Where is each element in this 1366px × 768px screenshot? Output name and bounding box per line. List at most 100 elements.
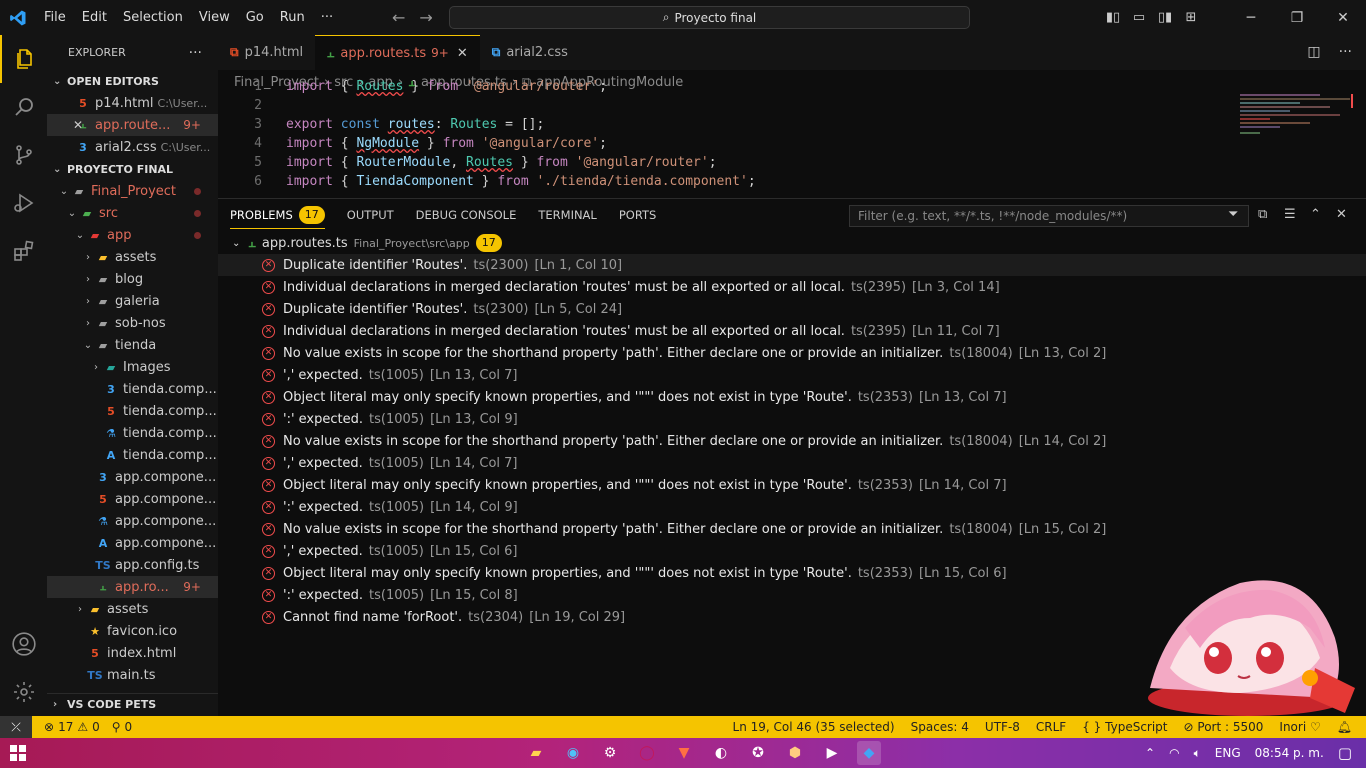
minimap[interactable]: [1238, 92, 1353, 142]
vpn-icon[interactable]: ◐: [709, 741, 733, 765]
problem-item[interactable]: ✕ No value exists in scope for the shorth…: [218, 342, 1366, 364]
close-panel-icon[interactable]: ✕: [1336, 207, 1347, 222]
file-item[interactable]: 3 app.compone...: [47, 466, 218, 488]
toggle-secondary-sidebar-icon[interactable]: ▯▮: [1152, 10, 1178, 25]
split-editor-icon[interactable]: ◫: [1307, 44, 1320, 60]
file-item[interactable]: Aapp.compone...: [47, 532, 218, 554]
folder-item[interactable]: ⌄ ▰ tienda: [47, 334, 218, 356]
close-icon[interactable]: ✕: [73, 118, 83, 132]
file-item[interactable]: ★ favicon.ico: [47, 620, 218, 642]
back-arrow-icon[interactable]: ←: [392, 8, 419, 27]
file-item[interactable]: 5 tienda.comp...: [47, 400, 218, 422]
command-center-search[interactable]: ⌕ Proyecto final: [449, 6, 970, 29]
forward-arrow-icon[interactable]: →: [419, 8, 446, 27]
open-editor-item[interactable]: ✕ ⫠ app.route... 9+: [47, 114, 218, 136]
pet-status[interactable]: Inori ♡: [1279, 720, 1320, 734]
problem-file-header[interactable]: ⌄ ⫠ app.routes.ts Final_Proyect\src\app …: [218, 232, 1366, 254]
more-actions-icon[interactable]: ···: [189, 45, 202, 61]
minimize-icon[interactable]: ─: [1228, 10, 1274, 26]
problems-filter-input[interactable]: Filter (e.g. text, **/*.ts, !**/node_mod…: [849, 205, 1249, 227]
restore-icon[interactable]: ❐: [1274, 10, 1320, 26]
folder-item[interactable]: ⌄ ▰ app: [47, 224, 218, 246]
code-editor[interactable]: 1 import { Routes } from '@angular/router…: [218, 77, 1238, 191]
notifications-bell-icon[interactable]: 🔔︎: [1337, 720, 1352, 734]
steam-icon[interactable]: ⚙: [598, 741, 622, 765]
toggle-panel-icon[interactable]: ▭: [1126, 10, 1152, 25]
project-section[interactable]: ⌄ PROYECTO FINAL: [47, 158, 218, 180]
view-as-list-icon[interactable]: ☰: [1284, 207, 1296, 222]
folder-item[interactable]: › ▰ blog: [47, 268, 218, 290]
menu-more[interactable]: ···: [313, 10, 341, 25]
menu-file[interactable]: File: [36, 10, 74, 25]
tab-problems[interactable]: PROBLEMS 17: [230, 199, 325, 231]
problem-item[interactable]: ✕ Individual declarations in merged decla…: [218, 320, 1366, 342]
line-ending[interactable]: CRLF: [1036, 720, 1066, 734]
encoding[interactable]: UTF-8: [985, 720, 1020, 734]
folder-item[interactable]: ⌄ ▰ src: [47, 202, 218, 224]
open-editor-item[interactable]: 3 arial2.css C:\User...: [47, 136, 218, 158]
explorer-icon[interactable]: [0, 35, 47, 83]
more-actions-icon[interactable]: ···: [1339, 44, 1352, 60]
tab-app-routes-ts[interactable]: ⫠ app.routes.ts 9+ ✕: [315, 35, 480, 70]
open-editors-section[interactable]: ⌄ OPEN EDITORS: [47, 70, 218, 92]
tab-output[interactable]: OUTPUT: [347, 199, 394, 231]
problem-item[interactable]: ✕ Duplicate identifier 'Routes'. ts(2300) […: [218, 254, 1366, 276]
tab-ports[interactable]: PORTS: [619, 199, 656, 231]
edge-browser-icon[interactable]: ◉: [561, 741, 585, 765]
tab-debug-console[interactable]: DEBUG CONSOLE: [416, 199, 517, 231]
menu-selection[interactable]: Selection: [115, 10, 191, 25]
file-item[interactable]: ⚗ tienda.comp...: [47, 422, 218, 444]
close-tab-icon[interactable]: ✕: [457, 46, 468, 61]
brave-icon[interactable]: ▼: [672, 741, 696, 765]
tab-terminal[interactable]: TERMINAL: [538, 199, 596, 231]
folder-item[interactable]: › ▰ assets: [47, 246, 218, 268]
problem-item[interactable]: ✕ ',' expected. ts(1005) [Ln 14, Col 7]: [218, 452, 1366, 474]
opera-icon[interactable]: ◯: [635, 741, 659, 765]
toggle-sidebar-icon[interactable]: ▮▯: [1100, 10, 1126, 25]
live-server-port[interactable]: ⊘ Port : 5500: [1184, 720, 1264, 734]
close-window-icon[interactable]: ✕: [1320, 10, 1366, 26]
ports-status[interactable]: ⚲ 0: [112, 720, 132, 734]
file-item[interactable]: ⚗ app.compone...: [47, 510, 218, 532]
extensions-icon[interactable]: [0, 227, 47, 275]
maximize-panel-icon[interactable]: ⌃: [1310, 207, 1321, 222]
menu-go[interactable]: Go: [238, 10, 272, 25]
source-control-icon[interactable]: [0, 131, 47, 179]
media-player-icon[interactable]: ▶: [820, 741, 844, 765]
tab-p14-html[interactable]: ⧉ p14.html: [218, 35, 316, 70]
file-item[interactable]: ⫠ app.ro... 9+: [47, 576, 218, 598]
volume-icon[interactable]: 🔈︎: [1194, 746, 1201, 761]
customize-layout-icon[interactable]: ⊞: [1178, 10, 1204, 25]
file-item[interactable]: 5 index.html: [47, 642, 218, 664]
problem-item[interactable]: ✕ Individual declarations in merged decla…: [218, 276, 1366, 298]
search-view-icon[interactable]: [0, 83, 47, 131]
indentation[interactable]: Spaces: 4: [911, 720, 969, 734]
file-item[interactable]: 5 app.compone...: [47, 488, 218, 510]
problem-item[interactable]: ✕ ':' expected. ts(1005) [Ln 14, Col 9]: [218, 496, 1366, 518]
vscode-taskbar-icon[interactable]: ◆: [857, 741, 881, 765]
open-editor-item[interactable]: 5 p14.html C:\User...: [47, 92, 218, 114]
file-explorer-icon[interactable]: ▰: [524, 741, 548, 765]
problem-item[interactable]: ✕ No value exists in scope for the shorth…: [218, 430, 1366, 452]
vscode-pets-section[interactable]: › VS CODE PETS: [47, 693, 218, 715]
accounts-icon[interactable]: [0, 620, 47, 668]
tray-chevron-icon[interactable]: ⌃: [1145, 746, 1155, 760]
file-item[interactable]: Atienda.comp...: [47, 444, 218, 466]
file-item[interactable]: TS main.ts: [47, 664, 218, 686]
language-mode[interactable]: { } TypeScript: [1082, 720, 1167, 734]
windows-start-icon[interactable]: [0, 745, 36, 761]
clock[interactable]: 08:54 p. m.: [1255, 746, 1324, 760]
problem-item[interactable]: ✕ ':' expected. ts(1005) [Ln 13, Col 9]: [218, 408, 1366, 430]
problem-item[interactable]: ✕ ',' expected. ts(1005) [Ln 13, Col 7]: [218, 364, 1366, 386]
remote-indicator-icon[interactable]: ⤫: [0, 716, 32, 738]
menu-run[interactable]: Run: [272, 10, 313, 25]
shield-icon[interactable]: ⬢: [783, 741, 807, 765]
menu-edit[interactable]: Edit: [74, 10, 115, 25]
tab-arial2-css[interactable]: ⧉ arial2.css: [479, 35, 580, 70]
run-debug-icon[interactable]: [0, 179, 47, 227]
folder-item[interactable]: › ▰ sob-nos: [47, 312, 218, 334]
folder-item[interactable]: › ▰ Images: [47, 356, 218, 378]
folder-item[interactable]: ⌄ ▰ Final_Proyect: [47, 180, 218, 202]
file-item[interactable]: TS app.config.ts: [47, 554, 218, 576]
problem-item[interactable]: ✕ No value exists in scope for the shorth…: [218, 518, 1366, 540]
